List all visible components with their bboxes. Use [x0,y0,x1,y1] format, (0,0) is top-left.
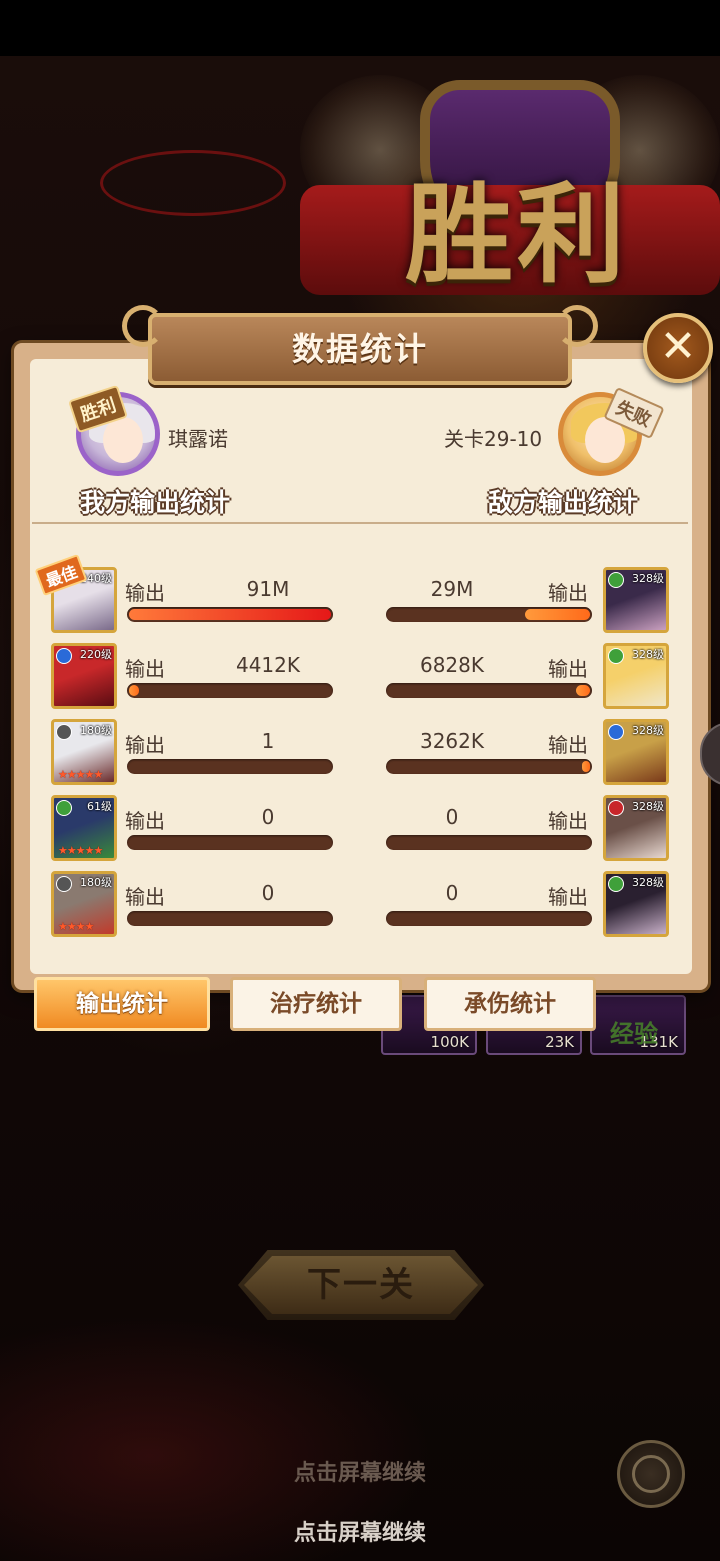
panel-title: 数据统计 [291,330,428,368]
enemy-output-bar [386,911,592,926]
tab-damage-taken-stats[interactable]: 承伤统计 [424,977,596,1031]
ally-output-bar [127,759,333,774]
output-label: 输出 [548,657,588,681]
element-icon [608,572,624,588]
hero-level: 180级 [80,876,112,889]
star-rating: ★★★★★ [58,844,103,857]
close-button[interactable]: ✕ [643,313,713,383]
enemy-output-bar [386,835,592,850]
output-label: 输出 [125,809,165,833]
element-icon [608,800,624,816]
enemy-hero-portrait[interactable]: 328级 [603,567,669,633]
output-label: 输出 [125,733,165,757]
enemy-hero-portrait[interactable]: 328级 [603,871,669,937]
output-bar-fill [129,609,331,620]
ally-hero-portrait[interactable]: 61级 ★★★★★ [51,795,117,861]
enemy-output-bar [386,607,592,622]
status-bar [0,0,720,56]
hero-level: 220级 [80,648,112,661]
enemy-output-bar [386,759,592,774]
element-icon [608,648,624,664]
ally-output-value: 91M [246,577,290,601]
element-icon [56,800,72,816]
hero-level: 328级 [632,876,664,889]
speed-control-button[interactable] [617,1440,685,1508]
output-label: 输出 [125,885,165,909]
enemy-hero-portrait[interactable]: 328级 [603,643,669,709]
ally-hero-portrait[interactable]: 180级 ★★★★ [51,871,117,937]
output-label: 输出 [125,581,165,605]
enemy-output-value: 0 [445,805,459,829]
enemy-output-value: 0 [445,881,459,905]
ally-hero-portrait[interactable]: 220级 [51,643,117,709]
hero-level: 328级 [632,648,664,661]
enemy-output-value: 3262K [419,729,484,753]
stats-row: 240级 最佳 输出 91M 328级 输出 29M [0,553,720,641]
element-icon [56,724,72,740]
enemy-output-value: 29M [430,577,474,601]
output-label: 输出 [548,809,588,833]
ally-hero-portrait[interactable]: 180级 ★★★★★ [51,719,117,785]
output-label: 输出 [548,885,588,909]
ally-output-bar [127,607,333,622]
continue-hint[interactable]: 点击屏幕继续 [0,1515,720,1547]
stats-row: 220级 输出 4412K 328级 输出 6828K [0,643,720,717]
output-label: 输出 [548,581,588,605]
output-bar-fill [582,761,590,772]
ally-output-bar [127,835,333,850]
output-label: 输出 [125,657,165,681]
enemy-output-bar [386,683,592,698]
element-icon [56,648,72,664]
output-label: 输出 [548,733,588,757]
tab-output-stats[interactable]: 输出统计 [34,977,210,1031]
output-bar-fill [525,609,590,620]
ally-output-value: 1 [261,729,275,753]
hero-level: 180级 [80,724,112,737]
reward-amount: 100K [430,1033,469,1051]
next-stage-label: 下一关 [307,1265,415,1305]
element-icon [56,876,72,892]
ally-output-value: 0 [261,881,275,905]
ally-output-title: 我方输出统计 [80,488,231,517]
divider [32,522,688,524]
star-rating: ★★★★ [58,920,94,933]
output-bar-fill [129,685,139,696]
stats-row: 180级 ★★★★ 输出 0 328级输出 0 [0,871,720,945]
stats-row: 61级 ★★★★★ 输出 0 328级输出 0 [0,795,720,869]
ally-output-value: 4412K [235,653,300,677]
reward-exp-label: 经验 [610,1020,658,1048]
ally-output-bar [127,911,333,926]
continue-hint-shadow: 点击屏幕继续 [293,1461,426,1486]
player-name: 琪露诺 [168,427,228,451]
face-shape [103,417,143,463]
tab-healing-stats[interactable]: 治疗统计 [230,977,402,1031]
halo-decoration [100,150,286,216]
hero-level: 328级 [632,800,664,813]
close-icon: ✕ [659,321,697,372]
enemy-output-title: 敌方输出统计 [488,488,639,517]
output-bar-fill [576,685,590,696]
stats-row: 180级 ★★★★★ 输出 1 328级输出 3262K [0,719,720,793]
hero-level: 61级 [87,800,112,813]
ally-output-value: 0 [261,805,275,829]
hero-level: 328级 [632,572,664,585]
enemy-hero-portrait[interactable]: 328级 [603,719,669,785]
stage-label: 关卡29-10 [444,427,543,451]
element-icon [608,876,624,892]
hero-level: 328级 [632,724,664,737]
enemy-hero-portrait[interactable]: 328级 [603,795,669,861]
enemy-output-value: 6828K [419,653,484,677]
element-icon [608,724,624,740]
star-rating: ★★★★★ [58,768,103,781]
victory-title: 胜利 [405,172,630,298]
reward-amount: 23K [545,1033,574,1051]
ally-output-bar [127,683,333,698]
